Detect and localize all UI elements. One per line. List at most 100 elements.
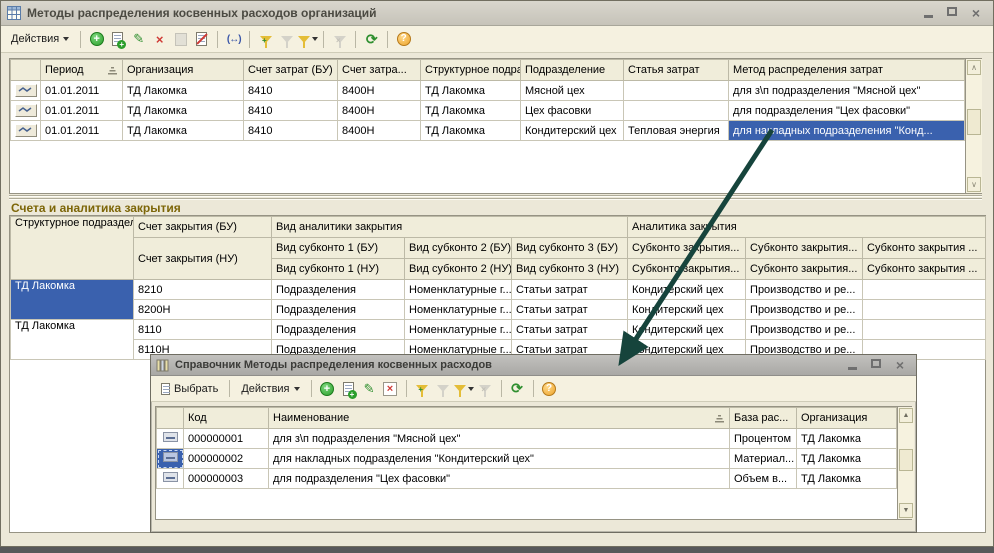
- list-item[interactable]: 000000003 для подразделения "Цех фасовки…: [157, 469, 897, 489]
- filter-history-icon: [454, 385, 466, 392]
- popup-title: Справочник Методы распределения косвенны…: [175, 359, 492, 371]
- copy-icon: +: [112, 32, 123, 46]
- column-header-account-nu[interactable]: Счет затра...: [338, 60, 421, 81]
- maximize-button[interactable]: [869, 359, 883, 371]
- column-header-cost-item[interactable]: Статья затрат: [624, 60, 729, 81]
- column-header-struct[interactable]: Структурное подра...: [421, 60, 521, 81]
- crossed-document-icon: [196, 32, 207, 46]
- dropdown-arrow-icon: [63, 37, 69, 41]
- minimize-button[interactable]: [845, 358, 859, 373]
- register-grid-icon: [7, 6, 21, 20]
- column-header-base[interactable]: База рас...: [730, 408, 797, 429]
- column-header-subclose3[interactable]: Субконто закрытия ...: [863, 238, 986, 259]
- column-header-organization[interactable]: Организация: [797, 408, 897, 429]
- toggle-activity-button[interactable]: [192, 30, 211, 48]
- clear-filter-icon: ×: [479, 385, 491, 392]
- filter-history-icon: [298, 36, 310, 43]
- date-interval-button[interactable]: (↔): [224, 30, 243, 48]
- column-header-subclose2[interactable]: Субконто закрытия...: [746, 259, 863, 280]
- filter-sort-button[interactable]: +: [413, 380, 432, 398]
- column-header-organization[interactable]: Организация: [123, 60, 244, 81]
- filter-sort-icon: +: [260, 36, 272, 43]
- column-header-icon[interactable]: [157, 408, 184, 429]
- help-button[interactable]: ?: [394, 30, 413, 48]
- close-button[interactable]: ×: [969, 6, 983, 20]
- column-header-sub2-nu[interactable]: Вид субконто 2 (НУ): [405, 259, 512, 280]
- minimize-button[interactable]: [921, 6, 935, 21]
- column-header-sub1-nu[interactable]: Вид субконто 1 (НУ): [272, 259, 405, 280]
- filter-history-button[interactable]: [455, 380, 474, 398]
- column-header-sub3-bu[interactable]: Вид субконто 3 (БУ): [512, 238, 628, 259]
- edit-button[interactable]: ✎: [129, 30, 148, 48]
- column-header-closing-account-nu[interactable]: Счет закрытия (НУ): [134, 238, 272, 280]
- filter-sort-button[interactable]: +: [256, 30, 275, 48]
- record-icon: [15, 124, 37, 137]
- list-item[interactable]: 000000002 для накладных подразделения "К…: [157, 449, 897, 469]
- actions-button[interactable]: Действия: [236, 381, 304, 397]
- add-button[interactable]: +: [318, 380, 337, 398]
- column-header-closing-account-bu[interactable]: Счет закрытия (БУ): [134, 217, 272, 238]
- column-header-sub3-nu[interactable]: Вид субконто 3 (НУ): [512, 259, 628, 280]
- delete-icon: ×: [156, 32, 164, 47]
- column-header-subclose3[interactable]: Субконто закрытия ...: [863, 259, 986, 280]
- deletion-mark-icon: ×: [383, 382, 397, 396]
- add-button[interactable]: +: [87, 30, 106, 48]
- popup-scrollbar[interactable]: ▲ ▼: [897, 407, 914, 519]
- column-header-sub2-bu[interactable]: Вид субконто 2 (БУ): [405, 238, 512, 259]
- column-header-closing-analytics-group[interactable]: Аналитика закрытия: [628, 217, 986, 238]
- table-row[interactable]: 01.01.2011 ТД Лакомка 8410 8400Н ТД Лако…: [11, 81, 965, 101]
- column-header-subclose1[interactable]: Субконто закрытия...: [628, 238, 746, 259]
- help-icon: ?: [542, 382, 556, 396]
- sort-ascending-icon: [107, 66, 118, 75]
- column-header-sub1-bu[interactable]: Вид субконто 1 (БУ): [272, 238, 405, 259]
- set-deletion-mark-button[interactable]: ×: [381, 380, 400, 398]
- indirect-methods-table: Период Организация Счет затрат (БУ) Счет…: [9, 58, 982, 194]
- table-row[interactable]: ТД Лакомка 8210 Подразделения Номенклату…: [11, 280, 986, 300]
- selected-cell[interactable]: для накладных подразделения "Конд...: [729, 121, 965, 141]
- record-icon: [15, 104, 37, 117]
- column-header-subclose2[interactable]: Субконто закрытия...: [746, 238, 863, 259]
- edit-button[interactable]: ✎: [360, 380, 379, 398]
- refresh-button[interactable]: ⟳: [362, 30, 381, 48]
- column-header-name[interactable]: Наименование: [269, 408, 730, 429]
- scroll-thumb[interactable]: [967, 109, 981, 135]
- filter-history-button[interactable]: [298, 30, 317, 48]
- table-row[interactable]: 01.01.2011 ТД Лакомка 8410 8400Н ТД Лако…: [11, 101, 965, 121]
- scroll-thumb[interactable]: [899, 449, 913, 471]
- column-header-struct-subdivision[interactable]: Структурное подразделение: [11, 217, 134, 280]
- refresh-button[interactable]: ⟳: [508, 380, 527, 398]
- list-item[interactable]: 000000001 для з\п подразделения "Мясной …: [157, 429, 897, 449]
- scroll-up-button[interactable]: ▲: [899, 408, 913, 423]
- maximize-button[interactable]: [945, 7, 959, 19]
- column-header-icon[interactable]: [11, 60, 41, 81]
- close-button[interactable]: ×: [893, 358, 907, 372]
- scroll-down-button[interactable]: ▼: [899, 503, 913, 518]
- table-row[interactable]: 8200Н Подразделения Номенклатурные г... …: [11, 300, 986, 320]
- help-icon: ?: [397, 32, 411, 46]
- column-header-analytics-kind-group[interactable]: Вид аналитики закрытия: [272, 217, 628, 238]
- column-header-department[interactable]: Подразделение: [521, 60, 624, 81]
- select-button[interactable]: Выбрать: [156, 381, 223, 397]
- copy-button[interactable]: +: [108, 30, 127, 48]
- dropdown-arrow-icon: [294, 387, 300, 391]
- table-row[interactable]: ТД Лакомка 8110 Подразделения Номенклату…: [11, 320, 986, 340]
- edit-pencil-icon: ✎: [133, 31, 144, 47]
- table-row[interactable]: 01.01.2011 ТД Лакомка 8410 8400Н ТД Лако…: [11, 121, 965, 141]
- copy-button[interactable]: +: [339, 380, 358, 398]
- selected-cell[interactable]: [157, 449, 184, 469]
- edit-pencil-icon: ✎: [364, 381, 375, 397]
- scroll-down-button[interactable]: ∨: [967, 177, 981, 192]
- column-header-period[interactable]: Период: [41, 60, 123, 81]
- column-header-account-bu[interactable]: Счет затрат (БУ): [244, 60, 338, 81]
- clear-filter-icon: ×: [334, 36, 346, 43]
- scroll-up-button[interactable]: ∧: [967, 60, 981, 75]
- date-interval-icon: (↔): [227, 34, 241, 45]
- actions-button[interactable]: Действия: [6, 31, 74, 47]
- column-header-method[interactable]: Метод распределения затрат: [729, 60, 965, 81]
- column-header-subclose1[interactable]: Субконто закрытия...: [628, 259, 746, 280]
- selected-cell[interactable]: ТД Лакомка: [11, 280, 134, 320]
- delete-button[interactable]: ×: [150, 30, 169, 48]
- table1-scrollbar[interactable]: ∧ ∨: [965, 59, 982, 193]
- column-header-code[interactable]: Код: [184, 408, 269, 429]
- help-button[interactable]: ?: [540, 380, 559, 398]
